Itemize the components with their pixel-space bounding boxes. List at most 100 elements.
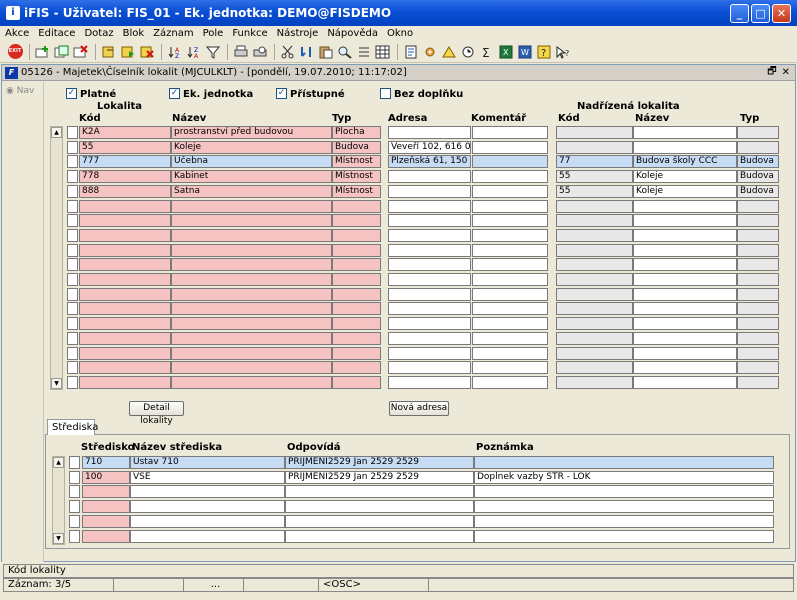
- stredisko-cell-nazev[interactable]: [130, 500, 285, 513]
- stredisko-cell-stredisko[interactable]: 100: [82, 471, 130, 484]
- stredisko-cell-nazev[interactable]: [130, 485, 285, 498]
- cell-n-typ[interactable]: [737, 361, 779, 374]
- cell-typ[interactable]: [332, 229, 381, 242]
- cell-adresa[interactable]: [388, 302, 471, 315]
- cell-n-typ[interactable]: Budova: [737, 170, 779, 183]
- cell-n-typ[interactable]: [737, 258, 779, 271]
- cell-n-kod[interactable]: [556, 376, 633, 389]
- alert-icon[interactable]: [440, 44, 458, 60]
- cell-n-nazev[interactable]: [633, 332, 737, 345]
- cell-adresa[interactable]: [388, 376, 471, 389]
- sum-icon[interactable]: Σ: [478, 44, 496, 60]
- cell-n-nazev[interactable]: [633, 273, 737, 286]
- cell-kod[interactable]: [79, 273, 171, 286]
- cell-komentar[interactable]: [472, 200, 548, 213]
- cell-n-typ[interactable]: Budova: [737, 155, 779, 168]
- cut-icon[interactable]: [279, 44, 297, 60]
- cell-typ[interactable]: [332, 288, 381, 301]
- row-selector[interactable]: [67, 155, 78, 168]
- row-selector[interactable]: [67, 288, 78, 301]
- cell-n-kod[interactable]: 55: [556, 185, 633, 198]
- row-selector[interactable]: [67, 229, 78, 242]
- cell-adresa[interactable]: [388, 317, 471, 330]
- row-selector[interactable]: [69, 485, 80, 498]
- exit-button[interactable]: EXIT: [6, 44, 24, 60]
- cell-typ[interactable]: [332, 347, 381, 360]
- cell-n-nazev[interactable]: [633, 258, 737, 271]
- cell-nazev[interactable]: [171, 317, 332, 330]
- row-selector[interactable]: [67, 244, 78, 257]
- form-close-button[interactable]: ✕: [782, 67, 790, 78]
- cell-komentar[interactable]: [472, 361, 548, 374]
- query-execute-icon[interactable]: [119, 44, 137, 60]
- cell-komentar[interactable]: [472, 258, 548, 271]
- cell-komentar[interactable]: [472, 376, 548, 389]
- cell-typ[interactable]: [332, 332, 381, 345]
- cell-adresa[interactable]: [388, 361, 471, 374]
- scroll-up-arrow[interactable]: ▲: [51, 127, 62, 138]
- cell-n-nazev[interactable]: [633, 126, 737, 139]
- cell-adresa[interactable]: [388, 170, 471, 183]
- row-selector[interactable]: [69, 515, 80, 528]
- cell-komentar[interactable]: [472, 155, 548, 168]
- cell-n-kod[interactable]: [556, 302, 633, 315]
- cell-n-kod[interactable]: [556, 332, 633, 345]
- cell-n-kod[interactable]: [556, 317, 633, 330]
- print-preview-icon[interactable]: [251, 44, 269, 60]
- cell-nazev[interactable]: [171, 200, 332, 213]
- cell-typ[interactable]: [332, 200, 381, 213]
- stredisko-cell-stredisko[interactable]: [82, 485, 130, 498]
- cell-n-nazev[interactable]: [633, 214, 737, 227]
- scroll-down-arrow[interactable]: ▼: [51, 378, 62, 389]
- stredisko-cell-poznamka[interactable]: [474, 485, 774, 498]
- menu-napoveda[interactable]: Nápověda: [327, 28, 378, 39]
- cell-n-typ[interactable]: [737, 126, 779, 139]
- cell-kod[interactable]: [79, 229, 171, 242]
- menu-funkce[interactable]: Funkce: [232, 28, 267, 39]
- cell-typ[interactable]: [332, 317, 381, 330]
- cell-komentar[interactable]: [472, 170, 548, 183]
- cell-n-kod[interactable]: [556, 126, 633, 139]
- row-selector[interactable]: [67, 273, 78, 286]
- stredisko-cell-poznamka[interactable]: Doplnek vazby STR - LOK: [474, 471, 774, 484]
- cell-typ[interactable]: [332, 376, 381, 389]
- cell-n-kod[interactable]: [556, 258, 633, 271]
- cell-kod[interactable]: K2A: [79, 126, 171, 139]
- cell-kod[interactable]: [79, 361, 171, 374]
- clock-icon[interactable]: [459, 44, 477, 60]
- cell-adresa[interactable]: [388, 258, 471, 271]
- cell-kod[interactable]: [79, 200, 171, 213]
- cell-nazev[interactable]: [171, 332, 332, 345]
- cell-n-typ[interactable]: [737, 376, 779, 389]
- cell-kod[interactable]: 888: [79, 185, 171, 198]
- query-cancel-icon[interactable]: [138, 44, 156, 60]
- close-button[interactable]: ✕: [772, 3, 791, 23]
- paste-icon[interactable]: [317, 44, 335, 60]
- cell-adresa[interactable]: [388, 229, 471, 242]
- cell-n-kod[interactable]: [556, 200, 633, 213]
- row-selector[interactable]: [69, 530, 80, 543]
- cell-n-kod[interactable]: [556, 361, 633, 374]
- cell-adresa[interactable]: [388, 347, 471, 360]
- cell-adresa[interactable]: [388, 126, 471, 139]
- maximize-button[interactable]: □: [751, 3, 770, 23]
- cell-n-typ[interactable]: [737, 347, 779, 360]
- help-icon[interactable]: ?: [535, 44, 553, 60]
- cell-nazev[interactable]: [171, 288, 332, 301]
- stredisko-cell-nazev[interactable]: VSE: [130, 471, 285, 484]
- excel-icon[interactable]: X: [497, 44, 515, 60]
- stredisko-cell-poznamka[interactable]: [474, 456, 774, 469]
- cell-n-nazev[interactable]: [633, 141, 737, 154]
- cell-adresa[interactable]: [388, 273, 471, 286]
- settings-icon[interactable]: [421, 44, 439, 60]
- cell-nazev[interactable]: Šatna: [171, 185, 332, 198]
- cell-n-kod[interactable]: [556, 288, 633, 301]
- cell-n-kod[interactable]: 77: [556, 155, 633, 168]
- stredisko-cell-stredisko[interactable]: [82, 515, 130, 528]
- cell-n-nazev[interactable]: [633, 200, 737, 213]
- cell-kod[interactable]: [79, 347, 171, 360]
- row-selector[interactable]: [67, 258, 78, 271]
- cell-nazev[interactable]: [171, 214, 332, 227]
- stredisko-cell-stredisko[interactable]: [82, 530, 130, 543]
- cell-n-typ[interactable]: [737, 244, 779, 257]
